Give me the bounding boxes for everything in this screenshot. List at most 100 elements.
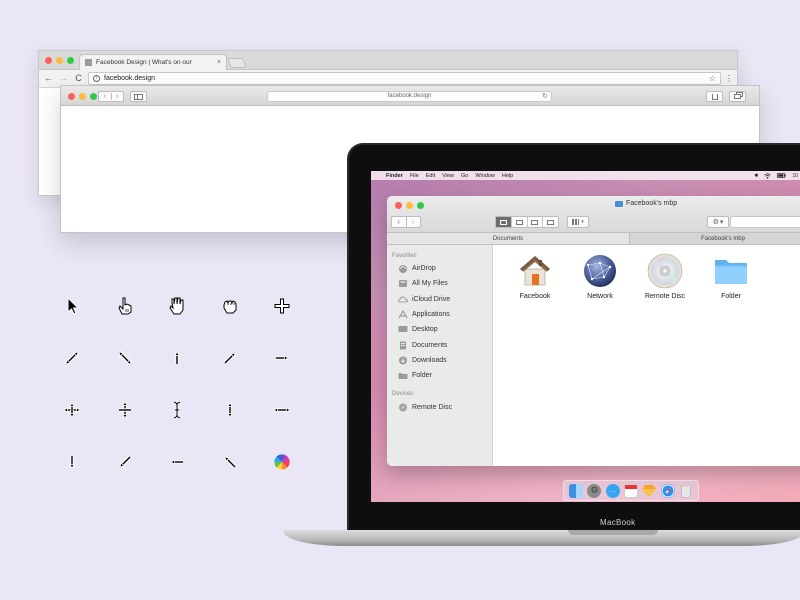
messages-dock-icon[interactable]: … — [605, 483, 620, 498]
sidebar-toggle-button[interactable] — [130, 91, 147, 102]
finder-dock-icon[interactable] — [569, 483, 584, 498]
sidebar-item-label: Applications — [412, 311, 450, 319]
finder-item-remote-disc[interactable]: Remote Disc — [633, 253, 697, 300]
forward-button[interactable]: › — [110, 93, 124, 100]
battery-icon[interactable] — [777, 173, 787, 178]
menu-window[interactable]: Window — [475, 173, 495, 179]
sidebar-item-folder[interactable]: Folder — [387, 368, 492, 383]
reload-button[interactable]: C — [73, 74, 84, 83]
minimize-window-button[interactable] — [56, 57, 63, 64]
show-tabs-button[interactable] — [729, 91, 746, 102]
clock[interactable]: 10 — [792, 173, 798, 179]
favorites-list: AirDrop All My Files iCloud Drive Applicati… — [387, 261, 492, 383]
arrange-button[interactable]: ▾ — [567, 216, 589, 228]
reload-icon[interactable]: ↻ — [542, 92, 548, 101]
finder-item-network[interactable]: Network — [568, 253, 632, 300]
address-bar[interactable]: i facebook.design ☆ — [88, 72, 721, 85]
trash-dock-icon[interactable] — [679, 484, 693, 498]
chrome-menu-icon[interactable]: ⋮ — [725, 74, 733, 83]
macbook-base — [284, 530, 800, 546]
finder-item-facebook[interactable]: Facebook — [503, 253, 567, 300]
sidebar-item-desktop[interactable]: Desktop — [387, 322, 492, 337]
list-view-button[interactable] — [510, 217, 527, 227]
tab-close-icon[interactable]: × — [217, 59, 221, 66]
resize-down-cursor-icon — [47, 438, 97, 486]
close-window-button[interactable] — [395, 202, 402, 209]
close-window-button[interactable] — [45, 57, 52, 64]
menu-bar: Finder File Edit View Go Window Help ✱ 1… — [371, 171, 800, 180]
sidebar-item-label: Documents — [412, 341, 448, 349]
finder-item-label: Facebook — [519, 293, 551, 300]
new-tab-button[interactable] — [227, 58, 247, 68]
macbook-notch — [568, 530, 658, 535]
chrome-tab[interactable]: Facebook Design | What's on our × — [79, 54, 227, 70]
back-button[interactable]: ← — [43, 74, 54, 83]
finder-title-text: Facebook's mbp — [626, 200, 678, 207]
cd-disc-icon — [647, 253, 683, 289]
wifi-icon[interactable] — [764, 172, 772, 179]
back-button[interactable]: ‹ — [99, 93, 111, 100]
menu-file[interactable]: File — [410, 173, 419, 179]
sidebar-item-icloud-drive[interactable]: iCloud Drive — [387, 292, 492, 307]
share-button[interactable] — [706, 91, 723, 102]
macbook-screen: Finder File Edit View Go Window Help ✱ 1… — [371, 171, 800, 502]
menu-edit[interactable]: Edit — [426, 173, 435, 179]
finder-content: Facebook Network Remote Disc Folder — [493, 245, 800, 466]
back-button[interactable]: ‹ — [392, 217, 406, 227]
menu-help[interactable]: Help — [502, 173, 513, 179]
cover-flow-button[interactable] — [542, 217, 558, 227]
resize-up-down-cursor-icon — [205, 386, 255, 434]
sidebar-device-remote-disc[interactable]: Remote Disc — [387, 399, 492, 414]
devices-list: Remote Disc — [387, 399, 492, 414]
info-icon[interactable]: i — [93, 75, 100, 82]
minimize-window-button[interactable] — [79, 93, 86, 100]
folder-icon — [615, 200, 623, 207]
cloud-icon — [398, 295, 408, 304]
finder-item-label: Folder — [721, 293, 741, 300]
menu-go[interactable]: Go — [461, 173, 468, 179]
search-input[interactable]: ⚲ — [730, 216, 800, 228]
move-vertical-cursor-icon — [100, 386, 150, 434]
safari-window-controls — [68, 93, 97, 100]
zoom-window-button[interactable] — [90, 93, 97, 100]
zoom-window-button[interactable] — [67, 57, 74, 64]
downloads-icon — [398, 356, 408, 365]
forward-button[interactable]: → — [58, 74, 69, 83]
menu-view[interactable]: View — [442, 173, 454, 179]
arrow-cursor-icon — [47, 282, 97, 330]
safari-address-bar[interactable]: facebook.design ↻ — [267, 91, 552, 102]
sidebar-item-label: All My Files — [412, 280, 448, 288]
sidebar-item-airdrop[interactable]: AirDrop — [387, 261, 492, 276]
system-preferences-dock-icon[interactable]: ⚙ — [587, 483, 602, 498]
sidebar-item-all-my-files[interactable]: All My Files — [387, 276, 492, 291]
finder-item-folder[interactable]: Folder — [699, 253, 763, 300]
forward-button[interactable]: › — [405, 217, 421, 227]
bluetooth-icon[interactable]: ✱ — [754, 173, 758, 179]
menu-finder[interactable]: Finder — [386, 173, 403, 179]
disc-icon — [398, 403, 408, 412]
safari-dock-icon[interactable] — [660, 483, 675, 498]
address-bar-url: facebook.design — [104, 75, 155, 82]
folder-icon — [398, 371, 408, 380]
list-view-icon — [515, 219, 523, 225]
zoom-window-button[interactable] — [417, 202, 424, 209]
bookmark-star-icon[interactable]: ☆ — [709, 74, 716, 83]
devices-header: Devices — [392, 391, 414, 398]
sketch-dock-icon[interactable] — [642, 484, 657, 498]
menu-extras: ✱ 10 — [754, 171, 798, 180]
tab-documents[interactable]: Documents — [387, 233, 630, 244]
minimize-window-button[interactable] — [406, 202, 413, 209]
icon-view-button[interactable] — [496, 217, 511, 227]
safari-toolbar: ‹ › facebook.design ↻ — [61, 86, 759, 106]
close-window-button[interactable] — [68, 93, 75, 100]
tab-facebooks-mbp[interactable]: Facebook's mbp — [630, 233, 800, 244]
sidebar-item-label: AirDrop — [412, 265, 436, 273]
finder-toolbar: Facebook's mbp ‹ › ▾ ⚙ ▾ ⚲ — [387, 196, 800, 233]
calendar-dock-icon[interactable] — [623, 483, 638, 498]
column-view-button[interactable] — [526, 217, 543, 227]
icon-view-icon — [499, 219, 507, 225]
action-button[interactable]: ⚙ ▾ — [707, 216, 729, 228]
sidebar-item-documents[interactable]: Documents — [387, 337, 492, 352]
sidebar-item-downloads[interactable]: Downloads — [387, 353, 492, 368]
sidebar-item-applications[interactable]: Applications — [387, 307, 492, 322]
